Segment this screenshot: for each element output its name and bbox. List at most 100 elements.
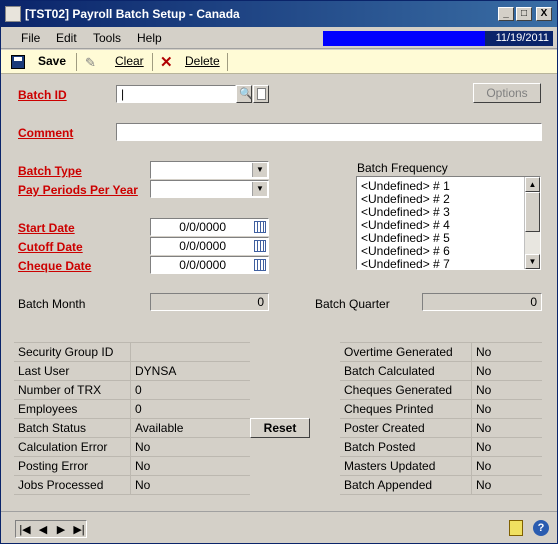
list-item[interactable]: <Undefined> # 7: [361, 258, 450, 268]
row-label: Masters Updated: [344, 459, 436, 473]
table-row: Poster Created No: [340, 419, 542, 438]
cutoff-date-label: Cutoff Date: [18, 240, 83, 254]
table-row: Calculation Error No: [14, 438, 250, 457]
table-row: Batch Status Available: [14, 419, 250, 438]
previous-record-icon[interactable]: ◀: [35, 523, 51, 536]
batch-quarter-value: 0: [422, 293, 542, 311]
comment-label: Comment: [18, 126, 74, 140]
scrollbar[interactable]: ▲ ▼: [524, 177, 540, 269]
menu-tools[interactable]: Tools: [93, 31, 121, 45]
table-row: Batch Posted No: [340, 438, 542, 457]
batch-type-label: Batch Type: [18, 164, 82, 178]
row-value: No: [130, 438, 250, 457]
start-date-value: 0/0/0000: [179, 220, 226, 234]
table-row: Posting Error No: [14, 457, 250, 476]
row-value: No: [471, 438, 542, 457]
next-record-icon[interactable]: ▶: [53, 523, 69, 536]
maximize-button[interactable]: □: [516, 7, 532, 21]
batch-id-input[interactable]: |: [116, 85, 236, 103]
record-navigator: |◀ ◀ ▶ ▶|: [15, 520, 87, 538]
delete-icon: ✕: [160, 54, 173, 71]
cheque-date-input[interactable]: 0/0/0000: [150, 256, 269, 274]
help-icon[interactable]: ?: [533, 520, 549, 536]
save-icon: [11, 55, 25, 69]
scroll-thumb[interactable]: [525, 192, 540, 232]
menu-help[interactable]: Help: [137, 31, 162, 45]
row-value: DYNSA: [130, 362, 250, 381]
cheque-date-label: Cheque Date: [18, 259, 92, 273]
row-value: No: [471, 400, 542, 419]
window-title: [TST02] Payroll Batch Setup - Canada: [25, 7, 240, 21]
magnifier-icon: 🔍: [239, 88, 253, 100]
row-value: [130, 343, 250, 362]
batch-month-value: 0: [150, 293, 269, 311]
row-label: Batch Calculated: [344, 364, 435, 378]
table-row: Security Group ID: [14, 343, 250, 362]
notes-icon[interactable]: [509, 520, 523, 536]
row-label: Cheques Printed: [344, 402, 434, 416]
clear-button[interactable]: Clear: [115, 54, 144, 68]
title-bar: [TST02] Payroll Batch Setup - Canada _ □…: [1, 1, 557, 27]
row-label: Jobs Processed: [18, 478, 104, 492]
row-value: No: [471, 362, 542, 381]
batch-progress-grid: Overtime Generated No Batch Calculated N…: [340, 342, 542, 495]
comment-input[interactable]: [116, 123, 542, 141]
row-value: No: [471, 457, 542, 476]
row-label: Last User: [18, 364, 70, 378]
table-row: Cheques Generated No: [340, 381, 542, 400]
calendar-icon[interactable]: [254, 259, 266, 271]
batch-frequency-list[interactable]: <Undefined> # 1 <Undefined> # 2 <Undefin…: [356, 176, 541, 270]
payroll-batch-setup-window: [TST02] Payroll Batch Setup - Canada _ □…: [0, 0, 558, 544]
start-date-input[interactable]: 0/0/0000: [150, 218, 269, 236]
row-value: No: [130, 457, 250, 476]
batch-id-label: Batch ID: [18, 88, 67, 102]
row-label: Security Group ID: [18, 345, 114, 359]
delete-button[interactable]: Delete: [185, 54, 220, 68]
row-label: Batch Status: [18, 421, 87, 435]
note-icon: [257, 88, 266, 100]
close-button[interactable]: X: [536, 7, 552, 21]
row-value: No: [130, 476, 250, 495]
table-row: Masters Updated No: [340, 457, 542, 476]
start-date-label: Start Date: [18, 221, 75, 235]
list-item[interactable]: <Undefined> # 6: [361, 245, 450, 258]
menu-file[interactable]: File: [21, 31, 40, 45]
menu-edit[interactable]: Edit: [56, 31, 77, 45]
row-label: Calculation Error: [18, 440, 108, 454]
first-record-icon[interactable]: |◀: [17, 523, 33, 536]
row-label: Batch Appended: [344, 478, 433, 492]
table-row: Overtime Generated No: [340, 343, 542, 362]
pay-periods-label: Pay Periods Per Year: [18, 183, 138, 197]
chevron-down-icon[interactable]: ▼: [252, 182, 267, 196]
table-row: Number of TRX 0: [14, 381, 250, 400]
row-label: Overtime Generated: [344, 345, 453, 359]
scroll-down-icon[interactable]: ▼: [525, 254, 540, 269]
calendar-icon[interactable]: [254, 221, 266, 233]
reset-button[interactable]: Reset: [250, 418, 310, 438]
status-bar: |◀ ◀ ▶ ▶| ?: [1, 511, 557, 543]
table-row: Batch Calculated No: [340, 362, 542, 381]
toolbar-separator: [227, 53, 228, 71]
chevron-down-icon[interactable]: ▼: [252, 163, 267, 177]
batch-type-select[interactable]: ▼: [150, 161, 269, 179]
save-button[interactable]: Save: [38, 54, 66, 68]
note-button[interactable]: [253, 85, 269, 103]
options-button[interactable]: Options: [473, 83, 541, 103]
cutoff-date-input[interactable]: 0/0/0000: [150, 237, 269, 255]
calendar-icon[interactable]: [254, 240, 266, 252]
pay-periods-select[interactable]: ▼: [150, 180, 269, 198]
scroll-up-icon[interactable]: ▲: [525, 177, 540, 192]
last-record-icon[interactable]: ▶|: [71, 523, 87, 536]
row-label: Employees: [18, 402, 78, 416]
toolbar-separator: [76, 53, 77, 71]
app-icon: [5, 6, 21, 22]
row-label: Batch Posted: [344, 440, 416, 454]
company-bar: [323, 31, 485, 46]
table-row: Last User DYNSA: [14, 362, 250, 381]
user-date: 11/19/2011: [485, 31, 553, 46]
toolbar: Save ✎ Clear ✕ Delete: [1, 50, 557, 74]
row-value: Available: [130, 419, 250, 438]
lookup-button[interactable]: 🔍: [236, 85, 253, 103]
row-label: Posting Error: [18, 459, 89, 473]
minimize-button[interactable]: _: [498, 7, 514, 21]
